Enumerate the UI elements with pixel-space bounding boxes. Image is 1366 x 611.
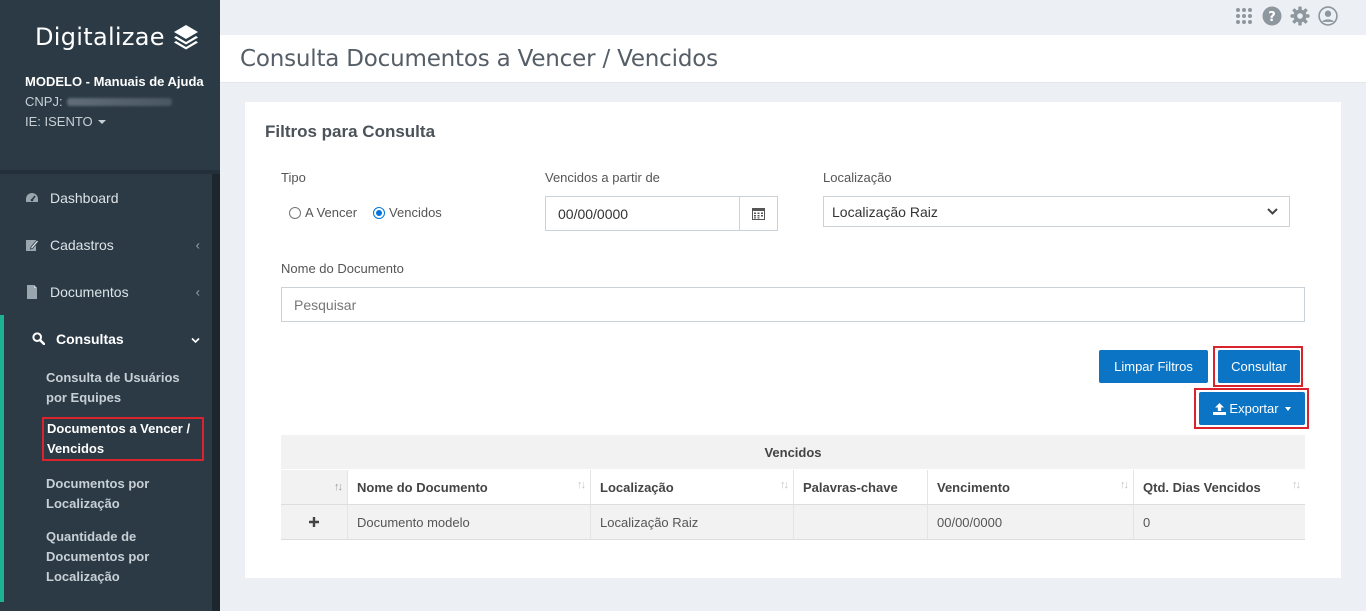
radio-vencidos[interactable]	[373, 206, 386, 219]
chevron-down-icon	[1267, 208, 1278, 215]
sort-icon: ↑↓	[1120, 479, 1129, 491]
table-cell: 00/00/0000	[928, 505, 1134, 540]
selected-highlight: Documentos a Vencer / Vencidos	[42, 417, 204, 461]
edit-icon	[25, 238, 39, 252]
company-cnpj: CNPJ:	[25, 92, 205, 112]
sort-icon: ↑↓	[1292, 479, 1301, 491]
cnpj-label: CNPJ:	[25, 94, 63, 109]
column-header[interactable]: Palavras-chave	[794, 470, 928, 505]
sidebar-item-label: Documentos	[50, 283, 129, 300]
consultas-submenu: Consulta de Usuários por Equipes Documen…	[0, 362, 212, 602]
sidebar-menu: Dashboard Cadastros ‹ Documentos ‹ Consu…	[0, 174, 212, 602]
sidebar-item-documentos[interactable]: Documentos ‹	[0, 268, 212, 315]
tipo-label: Tipo	[281, 170, 306, 185]
calendar-icon	[752, 208, 765, 220]
column-header-label: Vencimento	[937, 479, 1010, 495]
exportar-label: Exportar	[1229, 401, 1279, 416]
column-header[interactable]: Localização ↑↓	[591, 470, 794, 505]
sort-icon: ↑↓	[577, 479, 586, 491]
table-cell: Documento modelo	[348, 505, 591, 540]
table-group-title: Vencidos	[281, 435, 1305, 470]
consultar-button[interactable]: Consultar	[1218, 350, 1300, 383]
submenu-consulta-usuarios-equipes[interactable]: Consulta de Usuários por Equipes	[4, 362, 212, 415]
brand-logo-icon	[173, 25, 198, 50]
sidebar-item-label: Consultas	[56, 330, 124, 347]
vencidos-a-partir-label: Vencidos a partir de	[545, 170, 660, 185]
column-header[interactable]: Nome do Documento ↑↓	[348, 470, 591, 505]
sidebar-item-label: Dashboard	[50, 189, 119, 206]
column-header-label: Localização	[600, 479, 674, 495]
plus-icon	[309, 517, 319, 527]
date-picker: 00/00/0000	[545, 196, 778, 231]
filters-card: Filtros para Consulta Tipo A Vencer Venc…	[245, 102, 1341, 578]
radio-vencidos-label: Vencidos	[389, 205, 442, 220]
nome-documento-label: Nome do Documento	[281, 261, 404, 276]
sidebar-item-dashboard[interactable]: Dashboard	[0, 174, 212, 221]
search-icon	[31, 332, 45, 346]
column-header[interactable]: Qtd. Dias Vencidos ↑↓	[1134, 470, 1305, 505]
submenu-documentos-vencer-vencidos[interactable]: Documentos a Vencer / Vencidos	[4, 415, 212, 463]
help-icon[interactable]: ?	[1262, 6, 1282, 26]
file-icon	[25, 284, 39, 299]
dashboard-icon	[25, 191, 39, 205]
sidebar-item-consultas[interactable]: Consultas	[0, 315, 212, 362]
sidebar-scrollbar[interactable]	[212, 174, 220, 611]
cnpj-redacted	[66, 98, 172, 106]
table-cell: 0	[1134, 505, 1305, 540]
expand-column-header[interactable]: ↑↓	[281, 470, 348, 505]
localizacao-label: Localização	[823, 170, 892, 185]
column-header-label: Qtd. Dias Vencidos	[1143, 479, 1261, 495]
expand-row-button[interactable]	[281, 505, 348, 540]
calendar-button[interactable]	[739, 196, 778, 231]
table-header-row: ↑↓ Nome do Documento ↑↓ Localização ↑↓ Pal…	[281, 470, 1305, 505]
limpar-filtros-button[interactable]: Limpar Filtros	[1099, 350, 1208, 383]
sidebar-item-cadastros[interactable]: Cadastros ‹	[0, 221, 212, 268]
radio-a-vencer[interactable]	[289, 206, 301, 219]
column-header-label: Palavras-chave	[803, 479, 898, 495]
localizacao-value: Localização Raiz	[832, 203, 938, 220]
ie-dropdown[interactable]: IE: ISENTO	[25, 112, 205, 132]
radio-a-vencer-label: A Vencer	[305, 205, 358, 220]
brand[interactable]: Digitalizae	[35, 22, 201, 52]
sort-icon: ↑↓	[780, 479, 789, 491]
date-input[interactable]: 00/00/0000	[545, 196, 739, 231]
sort-icon: ↑↓	[334, 481, 343, 493]
chevron-left-icon: ‹	[195, 284, 200, 299]
filters-title: Filtros para Consulta	[265, 122, 436, 141]
page-header: Consulta Documentos a Vencer / Vencidos	[220, 35, 1366, 83]
sidebar-item-label: Cadastros	[50, 236, 114, 253]
company-info: MODELO - Manuais de Ajuda CNPJ: IE: ISEN…	[25, 72, 205, 132]
caret-down-icon	[1284, 406, 1291, 411]
gear-icon[interactable]	[1290, 6, 1310, 26]
ie-label: IE: ISENTO	[25, 114, 93, 129]
chevron-down-icon	[191, 331, 200, 346]
sidebar: Digitalizae MODELO - Manuais de Ajuda CN…	[0, 0, 220, 611]
column-header-label: Nome do Documento	[357, 479, 488, 495]
table-row: Documento modelo Localização Raiz 00/00/…	[281, 505, 1305, 540]
exportar-button[interactable]: Exportar	[1199, 392, 1305, 425]
results-table: Vencidos ↑↓ Nome do Documento ↑↓ Localiza…	[281, 435, 1305, 540]
chevron-left-icon: ‹	[195, 237, 200, 252]
table-cell	[794, 505, 928, 540]
upload-icon	[1213, 402, 1227, 415]
topbar: ?	[220, 0, 1366, 35]
table-cell: Localização Raiz	[591, 505, 794, 540]
topbar-icons: ?	[1234, 6, 1338, 26]
column-header[interactable]: Vencimento ↑↓	[928, 470, 1134, 505]
company-name: MODELO - Manuais de Ajuda	[25, 74, 204, 89]
search-input[interactable]: Pesquisar	[281, 287, 1305, 322]
user-icon[interactable]	[1318, 6, 1338, 26]
caret-down-icon	[97, 120, 106, 124]
submenu-quantidade-documentos-localizacao[interactable]: Quantidade de Documentos por Localização	[4, 521, 212, 594]
page-title: Consulta Documentos a Vencer / Vencidos	[240, 46, 718, 72]
submenu-documentos-localizacao[interactable]: Documentos por Localização	[4, 463, 212, 521]
apps-grid-icon[interactable]	[1234, 6, 1254, 26]
svg-text:?: ?	[1268, 10, 1276, 25]
tipo-radio-group: A Vencer Vencidos	[289, 205, 458, 220]
brand-name: Digitalizae	[35, 23, 165, 51]
localizacao-select[interactable]: Localização Raiz	[823, 196, 1290, 227]
